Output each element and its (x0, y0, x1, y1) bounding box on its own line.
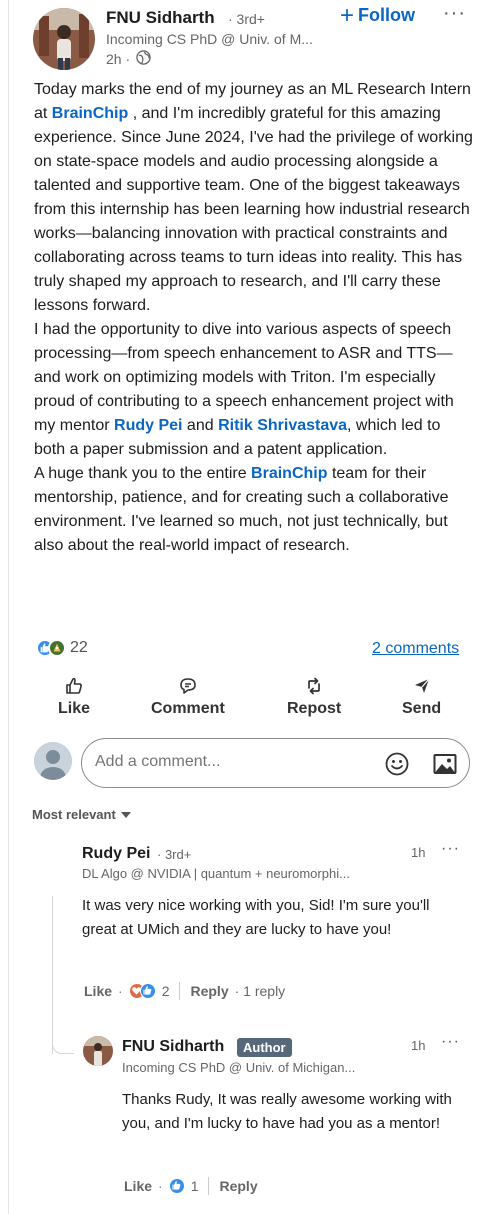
comment-actions: Like · 2 Reply · 1 reply (84, 982, 285, 1000)
author-headline: Incoming CS PhD @ Univ. of M... (106, 31, 313, 47)
author-badge: Author (237, 1038, 292, 1057)
repost-icon (308, 677, 320, 695)
comment-text: It was very nice working with you, Sid! … (82, 897, 430, 938)
reply-actions: Like · 1 Reply (124, 1177, 258, 1195)
post-text: A huge thank you to the entire (34, 465, 252, 482)
reply-author-headline: Incoming CS PhD @ Univ. of Michigan... (122, 1060, 356, 1075)
like-reaction-icon (139, 983, 156, 999)
comment-icon (180, 678, 196, 694)
comment-button[interactable]: Comment (151, 676, 225, 718)
post-card: FNU Sidharth · 3rd+ Incoming CS PhD @ Un… (8, 0, 479, 1214)
post-time-text: 2h · (106, 51, 131, 67)
send-button[interactable]: Send (402, 676, 441, 718)
comment-time: 1h (411, 845, 426, 860)
comment-author-name[interactable]: Rudy Pei (82, 845, 150, 863)
reply-reply-button[interactable]: Reply (219, 1178, 257, 1194)
reply-count[interactable]: · 1 reply (235, 983, 286, 999)
sort-label: Most relevant (32, 807, 116, 822)
reactions-summary[interactable]: 22 (36, 639, 88, 657)
author-degree: · 3rd+ (228, 11, 265, 27)
divider (208, 1177, 210, 1195)
divider (179, 982, 181, 1000)
thread-connector (52, 1040, 74, 1054)
comment-composer[interactable] (81, 738, 470, 788)
mention-link[interactable]: Ritik Shrivastava (218, 417, 347, 434)
follow-button[interactable]: + Follow (340, 1, 416, 29)
dot-separator: · (158, 1178, 163, 1194)
like-button[interactable]: Like (58, 676, 90, 718)
comment-author-degree: · 3rd+ (157, 847, 192, 862)
comments-count-link[interactable]: 2 comments (372, 640, 459, 658)
repost-label: Repost (287, 700, 342, 717)
reaction-count: 22 (70, 639, 88, 656)
mention-link[interactable]: Rudy Pei (114, 417, 182, 434)
thumbs-up-icon (66, 677, 82, 694)
dot-separator: · (118, 983, 123, 999)
follow-label: Follow (358, 5, 416, 25)
post-timestamp: 2h · (106, 50, 151, 68)
reply-author-avatar[interactable] (83, 1036, 113, 1066)
send-label: Send (402, 700, 442, 717)
post-text: , and I'm incredibly grateful for this a… (34, 105, 473, 314)
image-icon[interactable] (432, 752, 458, 781)
comment-more-icon[interactable]: ··· (441, 840, 460, 858)
post-text: and (182, 417, 219, 434)
globe-icon (136, 50, 151, 68)
caret-down-icon (120, 807, 132, 822)
sort-dropdown[interactable]: Most relevant (32, 807, 132, 822)
comment-author-headline: DL Algo @ NVIDIA | quantum + neuromorphi… (82, 866, 350, 881)
comment-input[interactable] (95, 753, 375, 771)
comment-reaction-count[interactable]: 2 (162, 983, 170, 999)
author-name[interactable]: FNU Sidharth (106, 8, 215, 28)
reply-author-name[interactable]: FNU Sidharth (122, 1038, 224, 1056)
mention-link[interactable]: BrainChip (52, 105, 128, 122)
reply-text: Thanks Rudy, It was really awesome worki… (122, 1091, 452, 1132)
post-paragraph: A huge thank you to the entire BrainChip… (34, 462, 474, 558)
mention-link[interactable]: BrainChip (251, 465, 327, 482)
thread-line (52, 896, 53, 1054)
post-paragraph: Today marks the end of my journey as an … (34, 78, 474, 318)
reply-more-icon[interactable]: ··· (441, 1033, 460, 1051)
comment-like-button[interactable]: Like (84, 983, 112, 999)
like-label: Like (58, 700, 91, 717)
author-avatar[interactable] (33, 8, 95, 70)
send-icon (414, 678, 430, 693)
plus-icon: + (340, 1, 355, 29)
more-options-icon[interactable]: ··· (443, 2, 466, 25)
reply-reaction-count[interactable]: 1 (191, 1178, 199, 1194)
post-action-bar: Like Comment Repost Send (9, 676, 479, 726)
comment-label: Comment (151, 700, 225, 717)
my-avatar (34, 742, 72, 780)
comment-reply-button[interactable]: Reply (190, 983, 228, 999)
reply-like-button[interactable]: Like (124, 1178, 152, 1194)
celebrate-reaction-icon (48, 639, 66, 657)
reply-time: 1h (411, 1038, 426, 1053)
repost-button[interactable]: Repost (287, 676, 341, 718)
emoji-icon[interactable] (384, 751, 410, 782)
post-body: Today marks the end of my journey as an … (34, 78, 474, 558)
like-reaction-icon (168, 1178, 185, 1194)
post-paragraph: I had the opportunity to dive into vario… (34, 318, 474, 462)
